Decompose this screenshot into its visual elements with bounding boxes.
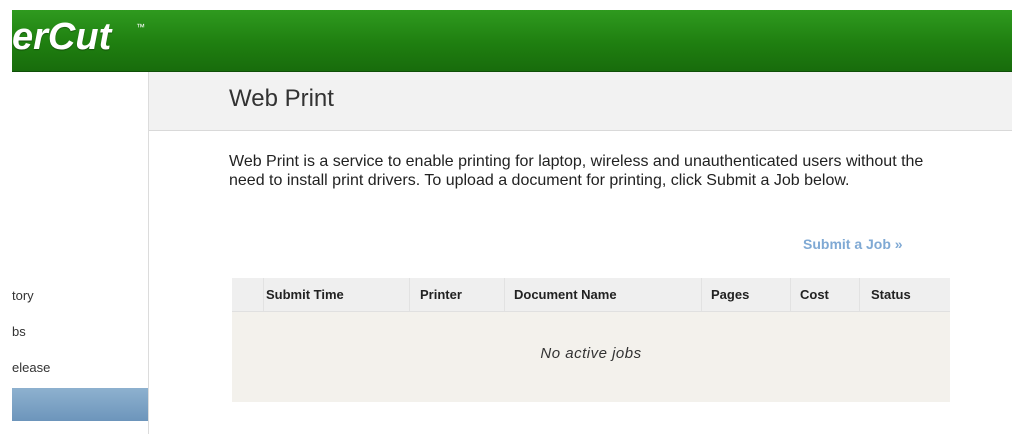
column-divider	[263, 278, 264, 311]
page-title-bar: Web Print	[149, 72, 1012, 131]
sidebar-item-history[interactable]: tory	[12, 288, 34, 303]
column-header-pages[interactable]: Pages	[711, 287, 749, 302]
jobs-table: Submit Time Printer Document Name Pages …	[232, 278, 950, 402]
trademark-mark: ™	[136, 22, 145, 32]
column-header-cost[interactable]: Cost	[800, 287, 829, 302]
submit-job-link[interactable]: Submit a Job »	[803, 236, 903, 252]
empty-state-message: No active jobs	[540, 345, 642, 362]
column-header-document-name[interactable]: Document Name	[514, 287, 617, 302]
column-divider	[859, 278, 860, 311]
sidebar-item-release[interactable]: elease	[12, 360, 50, 375]
column-divider	[409, 278, 410, 311]
sidebar-item-active[interactable]	[12, 388, 148, 421]
column-divider	[790, 278, 791, 311]
app-header: erCut ™	[12, 10, 1012, 71]
sidebar-item-jobs[interactable]: bs	[12, 324, 26, 339]
column-divider	[504, 278, 505, 311]
table-body: No active jobs	[232, 312, 950, 402]
column-header-printer[interactable]: Printer	[420, 287, 462, 302]
page-title: Web Print	[229, 85, 334, 112]
column-divider	[701, 278, 702, 311]
page-description: Web Print is a service to enable printin…	[229, 153, 924, 189]
column-header-status[interactable]: Status	[871, 287, 911, 302]
table-header: Submit Time Printer Document Name Pages …	[232, 278, 950, 312]
column-header-submit-time[interactable]: Submit Time	[266, 287, 344, 302]
sidebar: tory bs elease	[12, 72, 149, 434]
app-logo: erCut	[12, 16, 112, 58]
